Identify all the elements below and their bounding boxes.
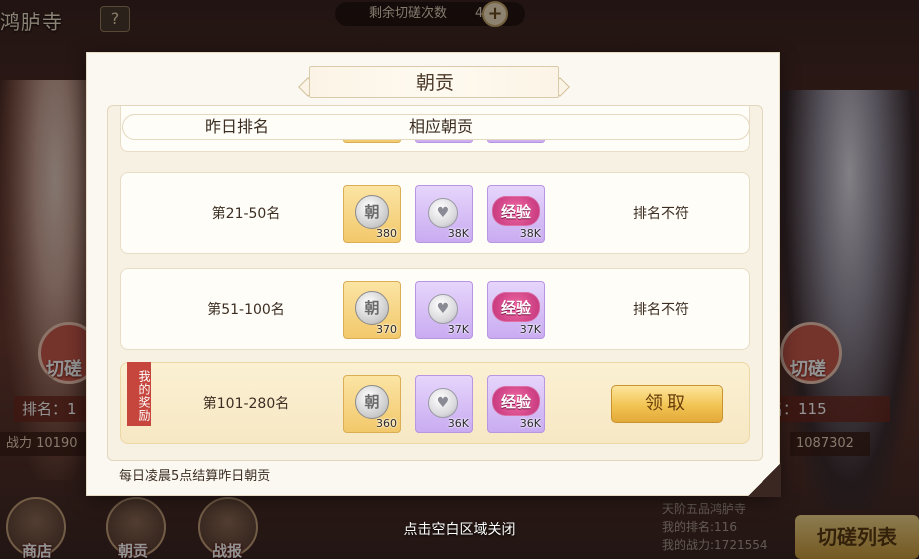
reward-item[interactable]: 朝 360: [343, 375, 401, 433]
exp-token-icon: 经验: [492, 292, 540, 322]
close-hint[interactable]: 点击空白区域关闭: [0, 519, 919, 539]
settlement-note: 每日凌晨5点结算昨日朝贡: [119, 469, 271, 484]
claim-button[interactable]: 领取: [611, 385, 723, 423]
tribute-coin-icon: 朝: [355, 195, 389, 229]
eligibility-status: 排名不符: [633, 302, 689, 318]
list-item: 第51-100名 朝 370 ♥ 37K 经验 37K 排名不符: [120, 268, 750, 350]
item-quantity: 360: [376, 417, 397, 430]
reward-item[interactable]: ♥ 37K: [415, 281, 473, 339]
exp-token-icon: 经验: [492, 386, 540, 416]
item-quantity: 37K: [447, 323, 469, 336]
tribute-coin-icon: 朝: [355, 385, 389, 419]
tribute-coin-icon: 朝: [355, 291, 389, 325]
silver-gem-icon: ♥: [428, 294, 458, 324]
item-quantity: 370: [376, 323, 397, 336]
item-quantity: 37K: [519, 323, 541, 336]
item-quantity: 38K: [519, 227, 541, 240]
column-header-rank: 昨日排名: [205, 117, 270, 136]
reward-item[interactable]: 经验 36K: [487, 375, 545, 433]
reward-item[interactable]: ♥ 36K: [415, 375, 473, 433]
list-item-my-reward: 我的奖励 第101-280名 朝 360 ♥ 36K 经验 36K 领取: [120, 362, 750, 444]
exp-token-icon: 经验: [492, 196, 540, 226]
modal-title: 朝贡: [415, 72, 454, 94]
rank-range: 第101-280名: [202, 396, 290, 412]
list-header: 昨日排名 相应朝贡: [122, 114, 750, 140]
reward-list[interactable]: 昨日排名 相应朝贡 第21-50名 朝 380 ♥ 38K 经验 38K 排名不…: [107, 105, 763, 461]
item-quantity: 38K: [447, 227, 469, 240]
reward-item[interactable]: 经验 37K: [487, 281, 545, 339]
silver-gem-icon: ♥: [428, 198, 458, 228]
tribute-modal: 朝贡 昨日排名 相应朝贡 第21-50名 朝 380 ♥ 38K 经验 38K …: [86, 52, 781, 497]
silver-gem-icon: ♥: [428, 388, 458, 418]
item-quantity: 36K: [519, 417, 541, 430]
rank-range: 第21-50名: [211, 206, 281, 222]
rank-range: 第51-100名: [207, 302, 285, 318]
list-item: 第21-50名 朝 380 ♥ 38K 经验 38K 排名不符: [120, 172, 750, 254]
reward-item[interactable]: ♥ 38K: [415, 185, 473, 243]
reward-item[interactable]: 朝 370: [343, 281, 401, 339]
modal-title-banner: 朝贡: [309, 66, 559, 98]
eligibility-status: 排名不符: [633, 206, 689, 222]
item-quantity: 36K: [447, 417, 469, 430]
my-reward-ribbon: 我的奖励: [127, 362, 151, 426]
item-quantity: 380: [376, 227, 397, 240]
reward-item[interactable]: 经验 38K: [487, 185, 545, 243]
reward-item[interactable]: 朝 380: [343, 185, 401, 243]
column-header-reward: 相应朝贡: [409, 117, 474, 136]
